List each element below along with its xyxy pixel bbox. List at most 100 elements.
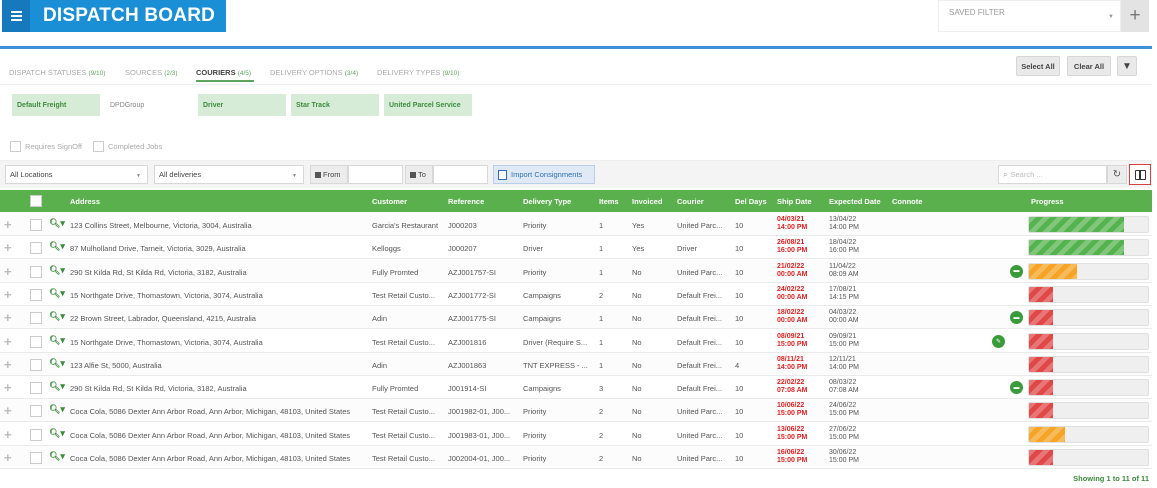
zoom-icon[interactable]: 🔍︎▾ <box>49 311 65 322</box>
row-checkbox[interactable] <box>30 428 42 441</box>
expand-row-icon[interactable]: + <box>4 358 12 371</box>
courier-chip-default-freight[interactable]: Default Freight <box>12 94 100 116</box>
tab-sources[interactable]: SOURCES (2/3) <box>125 68 178 77</box>
column-courier[interactable]: Courier <box>677 197 704 206</box>
column-reference[interactable]: Reference <box>448 197 484 206</box>
locations-select[interactable]: All Locations ▼ <box>5 165 148 184</box>
progress-bar <box>1028 402 1149 420</box>
progress-fill <box>1029 240 1125 256</box>
deliveries-select[interactable]: All deliveries ▼ <box>154 165 304 184</box>
clear-all-button[interactable]: Clear All <box>1067 56 1111 76</box>
expand-row-icon[interactable]: + <box>4 265 12 278</box>
table-row[interactable]: + 🔍︎▾ Coca Cola, 5086 Dexter Ann Arbor R… <box>0 422 1152 446</box>
table-row[interactable]: + 🔍︎▾ Coca Cola, 5086 Dexter Ann Arbor R… <box>0 399 1152 423</box>
courier-chip-driver[interactable]: Driver <box>198 94 286 116</box>
table-row[interactable]: + 🔍︎▾ 22 Brown Street, Labrador, Queensl… <box>0 306 1152 330</box>
expected-date: 11/04/22 <box>829 262 856 270</box>
progress-bar <box>1028 332 1149 350</box>
table-row[interactable]: + 🔍︎▾ 290 St Kilda Rd, St Kilda Rd, Vict… <box>0 376 1152 400</box>
expand-row-icon[interactable]: + <box>4 241 12 254</box>
table-row[interactable]: + 🔍︎▾ 15 Northgate Drive, Thomastown, Vi… <box>0 282 1152 306</box>
zoom-icon[interactable]: 🔍︎▾ <box>49 265 65 276</box>
column-items[interactable]: Items <box>599 197 619 206</box>
column-del-days[interactable]: Del Days <box>735 197 767 206</box>
filter-icon[interactable]: ▼ <box>1117 56 1137 76</box>
column-invoiced[interactable]: Invoiced <box>632 197 662 206</box>
courier-chip-star-track[interactable]: Star Track <box>291 94 379 116</box>
row-checkbox[interactable] <box>30 312 42 325</box>
table-row[interactable]: + 🔍︎▾ 15 Northgate Drive, Thomastown, Vi… <box>0 329 1152 353</box>
select-all-button[interactable]: Select All <box>1016 56 1060 76</box>
column-delivery-type[interactable]: Delivery Type <box>523 197 571 206</box>
chat-icon[interactable]: ▬ <box>1010 381 1023 395</box>
column-expected-date[interactable]: Expected Date <box>829 197 881 206</box>
expected-date: 04/03/22 <box>829 309 857 317</box>
expand-row-icon[interactable]: + <box>4 335 12 348</box>
chat-icon[interactable]: ▬ <box>1010 311 1023 325</box>
expand-row-icon[interactable]: + <box>4 381 12 394</box>
select-all-rows-checkbox[interactable] <box>30 195 42 207</box>
zoom-icon[interactable]: 🔍︎▾ <box>49 428 65 439</box>
zoom-icon[interactable]: 🔍︎▾ <box>49 381 65 392</box>
expected-time: 14:15 PM <box>829 293 859 301</box>
requires-signoff-checkbox[interactable]: Requires SignOff <box>10 141 82 152</box>
tab-delivery-options[interactable]: DELIVERY OPTIONS (3/4) <box>270 68 358 77</box>
zoom-icon[interactable]: 🔍︎▾ <box>49 288 65 299</box>
cell-expected-date: 12/11/21 14:00 PM <box>829 356 859 372</box>
table-row[interactable]: + 🔍︎▾ 290 St Kilda Rd, St Kilda Rd, Vict… <box>0 259 1152 283</box>
table-row[interactable]: + 🔍︎▾ 123 Collins Street, Melbourne, Vic… <box>0 213 1152 236</box>
row-checkbox[interactable] <box>30 219 42 231</box>
column-progress[interactable]: Progress <box>1031 197 1064 206</box>
cell-ship-date: 26/08/21 16:00 PM <box>777 239 807 255</box>
zoom-icon[interactable]: 🔍︎▾ <box>49 451 65 462</box>
tab-dispatch-statuses[interactable]: DISPATCH STATUSES (9/10) <box>9 68 105 77</box>
tab-delivery-types[interactable]: DELIVERY TYPES (9/10) <box>377 68 459 77</box>
expand-row-icon[interactable]: + <box>4 288 12 301</box>
expand-row-icon[interactable]: + <box>4 428 12 441</box>
table-row[interactable]: + 🔍︎▾ 87 Mulholland Drive, Tarneit, Vict… <box>0 236 1152 260</box>
cell-address: 87 Mulholland Drive, Tarneit, Victoria, … <box>70 244 246 254</box>
tab-couriers[interactable]: COURIERS (4/5) <box>196 68 251 77</box>
row-checkbox[interactable] <box>30 405 42 418</box>
zoom-icon[interactable]: 🔍︎▾ <box>49 404 65 415</box>
expand-row-icon[interactable]: + <box>4 311 12 324</box>
row-checkbox[interactable] <box>30 335 42 348</box>
zoom-icon[interactable]: 🔍︎▾ <box>49 241 65 252</box>
columns-toggle-button[interactable] <box>1129 164 1151 185</box>
table-row[interactable]: + 🔍︎▾ 123 Alfie St, 5000, Australia Adin… <box>0 352 1152 376</box>
to-date-input[interactable] <box>433 165 488 184</box>
checkbox-box[interactable] <box>93 141 104 152</box>
from-date-input[interactable] <box>348 165 403 184</box>
row-checkbox[interactable] <box>30 242 42 255</box>
expand-row-icon[interactable]: + <box>4 404 12 417</box>
expand-row-icon[interactable]: + <box>4 451 12 464</box>
zoom-icon[interactable]: 🔍︎▾ <box>49 335 65 346</box>
courier-chip-dpdgroup[interactable]: DPDGroup <box>105 94 193 116</box>
add-filter-button[interactable]: + <box>1121 0 1149 32</box>
edit-icon[interactable]: ✎ <box>992 334 1005 348</box>
column-connote[interactable]: Connote <box>892 197 922 206</box>
search-input[interactable]: ⌕ Search ... <box>998 165 1107 184</box>
row-checkbox[interactable] <box>30 265 42 278</box>
tab-label: COURIERS <box>196 68 236 77</box>
expected-date: 27/06/22 <box>829 425 857 433</box>
completed-jobs-checkbox[interactable]: Completed Jobs <box>93 141 162 152</box>
row-checkbox[interactable] <box>30 288 42 301</box>
column-address[interactable]: Address <box>70 197 100 206</box>
row-checkbox[interactable] <box>30 358 42 371</box>
chat-icon[interactable]: ▬ <box>1010 264 1023 278</box>
courier-chip-united-parcel-service[interactable]: United Parcel Service <box>384 94 472 116</box>
zoom-icon[interactable]: 🔍︎▾ <box>49 218 65 229</box>
expand-row-icon[interactable]: + <box>4 218 12 231</box>
table-row[interactable]: + 🔍︎▾ Coca Cola, 5086 Dexter Ann Arbor R… <box>0 446 1152 469</box>
row-checkbox[interactable] <box>30 452 42 464</box>
column-customer[interactable]: Customer <box>372 197 407 206</box>
checkbox-box[interactable] <box>10 141 21 152</box>
import-consignments-button[interactable]: Import Consignments <box>493 165 595 184</box>
hamburger-icon[interactable] <box>2 0 30 32</box>
refresh-icon[interactable]: ↻ <box>1107 165 1127 184</box>
row-checkbox[interactable] <box>30 382 42 395</box>
column-ship-date[interactable]: Ship Date <box>777 197 812 206</box>
saved-filter-select[interactable]: SAVED FILTER ▼ <box>938 0 1121 32</box>
zoom-icon[interactable]: 🔍︎▾ <box>49 358 65 369</box>
